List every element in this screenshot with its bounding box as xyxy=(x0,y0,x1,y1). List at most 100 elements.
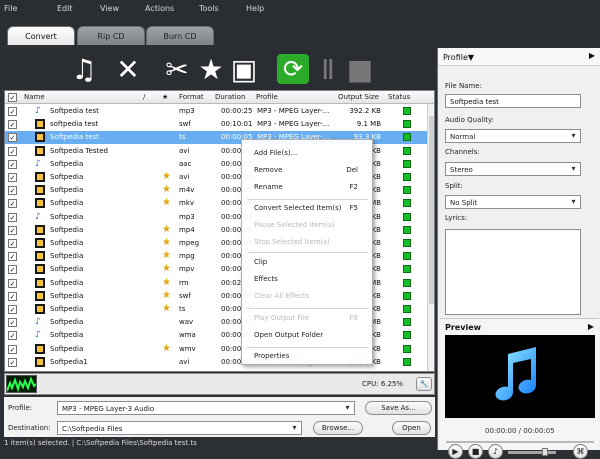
row-checkbox[interactable]: ✓ xyxy=(8,159,17,169)
volume-button[interactable]: ♪ xyxy=(488,444,503,459)
tab-convert[interactable]: Convert xyxy=(7,26,75,45)
context-effects[interactable]: Effects xyxy=(254,275,278,283)
preview-title: Preview xyxy=(445,323,482,332)
row-checkbox[interactable]: ✓ xyxy=(8,173,17,182)
trim-icon[interactable]: ✂ xyxy=(161,53,193,86)
row-checkbox[interactable]: ✓ xyxy=(8,305,17,314)
menu-actions[interactable]: Actions xyxy=(145,4,174,13)
context-open-output-folder[interactable]: Open Output Folder xyxy=(254,331,323,339)
row-checkbox[interactable]: ✓ xyxy=(8,291,17,301)
file-format: mp3 xyxy=(179,107,195,115)
column-output-size[interactable]: Output Size xyxy=(338,93,379,101)
column-slash[interactable]: / xyxy=(143,93,145,101)
row-checkbox[interactable]: ✓ xyxy=(8,331,17,341)
add-music-icon[interactable]: ♫ xyxy=(68,53,100,86)
profile-panel-title[interactable]: Profile▼ xyxy=(443,53,474,62)
select-all-checkbox[interactable]: ✓ xyxy=(8,93,17,102)
row-checkbox[interactable]: ✓ xyxy=(8,133,17,143)
table-row[interactable]: ✓ ♪ Softpedia test mp3 00:00:25 MP3 - MPEG La… xyxy=(5,105,434,118)
context-clear-all-effects[interactable]: Clear All Effects xyxy=(254,292,309,300)
row-checkbox[interactable]: ✓ xyxy=(8,265,17,275)
profile-value: MP3 - MPEG Layer-3 Audio xyxy=(62,405,155,413)
file-name: Softpedia xyxy=(50,252,84,261)
refresh-icon[interactable]: ⟳ xyxy=(277,54,309,84)
context-remove[interactable]: Remove xyxy=(254,166,282,174)
scrollbar-thumb[interactable] xyxy=(429,116,434,304)
context-pause-selected[interactable]: Pause Selected Item(s) xyxy=(254,221,334,229)
menu-edit[interactable]: Edit xyxy=(57,4,73,13)
channels-select[interactable]: Stereo ▾ xyxy=(445,162,581,176)
column-profile[interactable]: Profile xyxy=(256,93,278,101)
row-checkbox[interactable]: ✓ xyxy=(8,120,17,130)
destination-field[interactable]: C:\Softpedia Files ▾ xyxy=(57,421,302,435)
context-play-output-file[interactable]: Play Output File xyxy=(254,314,309,322)
context-rename[interactable]: Rename xyxy=(254,183,283,191)
stop-icon[interactable]: ■ xyxy=(344,53,376,86)
file-name: Softpedia1 xyxy=(50,357,88,366)
remove-icon[interactable]: ✕ xyxy=(112,53,144,86)
context-clip[interactable]: Clip xyxy=(254,258,267,266)
volume-slider[interactable] xyxy=(508,448,556,456)
context-add-files[interactable]: Add File(s)... xyxy=(254,149,297,157)
file-list-scrollbar[interactable] xyxy=(427,104,434,371)
menu-tools[interactable]: Tools xyxy=(199,4,219,13)
output-size: KB xyxy=(371,305,381,313)
save-as-button[interactable]: Save As... xyxy=(365,401,432,415)
file-name: Softpedia xyxy=(50,265,84,274)
row-checkbox[interactable]: ✓ xyxy=(8,252,17,262)
star-icon: ★ xyxy=(162,250,171,262)
menu-help[interactable]: Help xyxy=(246,4,264,13)
row-checkbox[interactable]: ✓ xyxy=(8,146,17,156)
context-properties[interactable]: Properties xyxy=(254,352,289,360)
row-checkbox[interactable]: ✓ xyxy=(8,344,17,354)
lyrics-textarea[interactable] xyxy=(445,229,581,315)
browse-button[interactable]: Browse... xyxy=(313,421,363,435)
audio-quality-select[interactable]: Normal ▾ xyxy=(445,129,581,143)
snapshot-button[interactable]: ⌘ xyxy=(573,444,588,459)
chevron-right-icon[interactable]: ▶ xyxy=(589,51,595,60)
add-video-icon[interactable]: ▣ xyxy=(228,53,260,86)
status-ok-icon xyxy=(403,318,411,327)
play-button[interactable]: ▶ xyxy=(448,444,463,459)
column-star[interactable]: ★ xyxy=(162,93,168,101)
row-checkbox[interactable]: ✓ xyxy=(8,199,17,209)
status-ok-icon xyxy=(403,331,411,340)
menu-file[interactable]: File xyxy=(4,4,17,13)
row-checkbox[interactable]: ✓ xyxy=(8,186,17,196)
column-format[interactable]: Format xyxy=(179,93,204,101)
menu-separator xyxy=(247,308,368,309)
output-size: KB xyxy=(371,291,381,300)
tab-burn-cd[interactable]: Burn CD xyxy=(146,26,214,45)
column-name[interactable]: Name xyxy=(24,93,45,101)
chevron-right-icon[interactable]: ▶ xyxy=(588,322,594,331)
row-checkbox[interactable]: ✓ xyxy=(8,107,17,116)
file-format: wma xyxy=(179,331,196,340)
file-name: Softpedia xyxy=(50,291,84,300)
tab-rip-cd[interactable]: Rip CD xyxy=(77,26,145,45)
context-stop-selected[interactable]: Stop Selected Item(s) xyxy=(254,238,330,246)
column-status[interactable]: Status xyxy=(388,93,410,101)
row-checkbox[interactable]: ✓ xyxy=(8,278,17,288)
profile-select[interactable]: MP3 - MPEG Layer-3 Audio ▾ xyxy=(57,401,355,415)
row-checkbox[interactable]: ✓ xyxy=(8,357,17,367)
table-row[interactable]: ✓ softpedia test swf 00:10:01 MP3 - MPEG Lay… xyxy=(5,118,434,131)
chevron-down-icon: ▾ xyxy=(292,423,297,432)
context-convert-selected[interactable]: Convert Selected Item(s) xyxy=(254,204,342,212)
effects-icon[interactable]: ★ xyxy=(195,53,227,86)
star-icon: ★ xyxy=(162,342,171,354)
file-name: Softpedia xyxy=(50,318,84,327)
pause-icon[interactable]: Ⅱ xyxy=(312,53,344,86)
row-checkbox[interactable]: ✓ xyxy=(8,225,17,235)
open-button[interactable]: Open xyxy=(392,421,431,435)
split-select[interactable]: No Split ▾ xyxy=(445,195,581,209)
stop-button[interactable]: ■ xyxy=(468,444,483,459)
file-name-input[interactable]: Softpedia test xyxy=(445,94,581,108)
preview-progress[interactable] xyxy=(446,441,594,443)
row-checkbox[interactable]: ✓ xyxy=(8,212,17,222)
settings-wrench-button[interactable]: 🔧 xyxy=(416,377,432,391)
volume-thumb[interactable] xyxy=(542,448,548,456)
row-checkbox[interactable]: ✓ xyxy=(8,239,17,248)
row-checkbox[interactable]: ✓ xyxy=(8,318,17,328)
column-duration[interactable]: Duration xyxy=(215,93,245,101)
menu-view[interactable]: View xyxy=(100,4,119,13)
